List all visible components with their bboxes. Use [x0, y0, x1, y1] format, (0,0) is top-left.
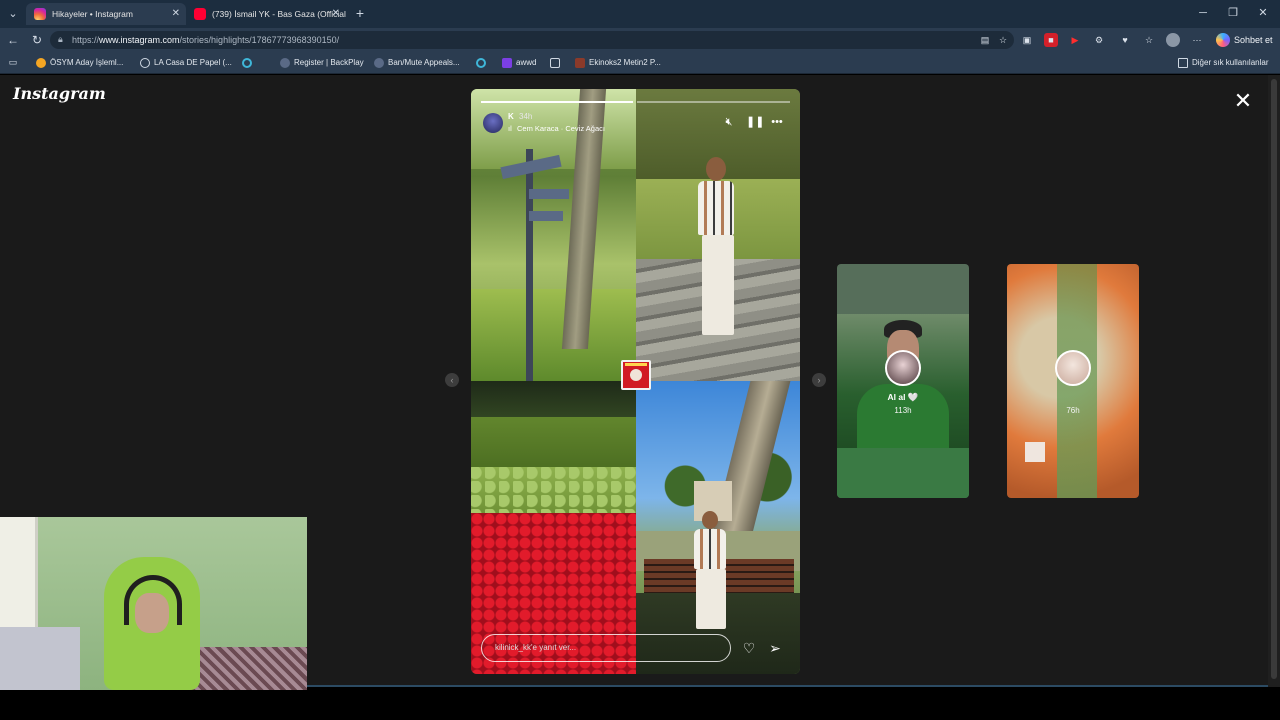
- profile-avatar[interactable]: [1166, 33, 1180, 47]
- more-options-icon[interactable]: •••: [770, 115, 784, 129]
- bookmark-icon-only-3[interactable]: [550, 55, 564, 71]
- tab-bar: ⌄ Hikayeler • Instagram ✕ (739) İsmail Y…: [0, 0, 1280, 28]
- story-username[interactable]: K: [508, 112, 514, 121]
- music-album-sticker[interactable]: [621, 360, 651, 390]
- bookmark-osym[interactable]: ÖSYM Aday İşleml...: [36, 55, 123, 71]
- next-story-button[interactable]: ›: [812, 373, 826, 387]
- preview-time: 113h: [894, 406, 912, 415]
- tab-instagram[interactable]: Hikayeler • Instagram ✕: [26, 3, 186, 25]
- webcam-overlay: [0, 517, 307, 690]
- instagram-favicon-icon: [34, 8, 46, 20]
- previous-story-button[interactable]: ‹: [445, 373, 459, 387]
- pause-icon[interactable]: ❚❚: [746, 115, 764, 129]
- bookmark-favicon-icon: [575, 58, 585, 68]
- favorites-icon[interactable]: ☆: [1142, 33, 1156, 47]
- story-preview[interactable]: Al al 🤍 113h: [837, 264, 969, 498]
- bookmark-favicon-icon: [502, 58, 512, 68]
- bookmark-favicon-icon: [36, 58, 46, 68]
- bookmark-favicon-icon: [476, 58, 486, 68]
- progress-segment: [481, 101, 633, 103]
- send-icon[interactable]: ➢: [767, 640, 783, 656]
- bookmark-backplay[interactable]: Register | BackPlay: [280, 55, 364, 71]
- extension-red-icon[interactable]: ■: [1044, 33, 1058, 47]
- copilot-icon: [1216, 33, 1230, 47]
- close-icon[interactable]: ✕: [1232, 90, 1254, 112]
- bookmark-favicon-icon: [280, 58, 290, 68]
- preview-time: 76h: [1066, 406, 1080, 415]
- back-button[interactable]: ←: [4, 31, 22, 49]
- bookmark-icon-only-1[interactable]: [242, 55, 256, 71]
- tab-youtube[interactable]: (739) İsmail YK - Bas Gaza (Official ✕: [186, 3, 346, 25]
- bookmark-favicon-icon: [242, 58, 252, 68]
- bookmark-ban-mute[interactable]: Ban/Mute Appeals...: [374, 55, 460, 71]
- favorite-star-icon[interactable]: ☆: [996, 33, 1010, 47]
- window-close-button[interactable]: ✕: [1248, 4, 1278, 22]
- minimize-button[interactable]: ─: [1188, 4, 1218, 22]
- address-bar[interactable]: 🔒︎ https://www.instagram.com/stories/hig…: [50, 31, 1014, 49]
- bookmark-favicon-icon: [550, 58, 560, 68]
- copilot-chat-button[interactable]: Sohbet et: [1214, 31, 1276, 49]
- story-preview[interactable]: 76h: [1007, 264, 1139, 498]
- youtube-favicon-icon: [194, 8, 206, 20]
- story-song[interactable]: ıl Cem Karaca · Ceviz Ağacı: [508, 124, 605, 133]
- extension-youtube-icon[interactable]: ▶: [1068, 33, 1082, 47]
- tab-actions-icon[interactable]: ⌄: [4, 5, 22, 23]
- story-time: 34h: [519, 112, 533, 121]
- preview-name: Al al 🤍: [887, 392, 919, 402]
- bookmark-favicon-icon: [374, 58, 384, 68]
- bookmark-icon-only-2[interactable]: [476, 55, 490, 71]
- refresh-button[interactable]: ↻: [28, 31, 46, 49]
- bookmark-awwd[interactable]: awwd: [502, 55, 536, 71]
- scrollbar-thumb[interactable]: [1271, 79, 1277, 679]
- mute-icon[interactable]: 🔇︎: [722, 115, 736, 129]
- navigation-bar: ← ↻ 🔒︎ https://www.instagram.com/stories…: [0, 28, 1280, 52]
- screen-bottom-strip: [0, 687, 1280, 720]
- avatar[interactable]: [483, 113, 503, 133]
- browser-window: ⌄ Hikayeler • Instagram ✕ (739) İsmail Y…: [0, 0, 1280, 720]
- avatar: [1055, 350, 1091, 386]
- tab-title: (739) İsmail YK - Bas Gaza (Official: [212, 9, 346, 19]
- tab-close-icon[interactable]: ✕: [172, 3, 180, 25]
- story-progress: [481, 101, 790, 103]
- page-scrollbar[interactable]: [1268, 75, 1280, 687]
- chat-button-label: Sohbet et: [1234, 35, 1273, 45]
- extension-screen-icon[interactable]: ▣: [1020, 33, 1034, 47]
- tab-title: Hikayeler • Instagram: [52, 9, 133, 19]
- story-card[interactable]: K 34h ıl Cem Karaca · Ceviz Ağacı 🔇︎ ❚❚ •…: [471, 89, 800, 674]
- audio-wave-icon: ıl: [508, 124, 512, 133]
- bookmark-ekinoks[interactable]: Ekinoks2 Metin2 P...: [575, 55, 661, 71]
- avatar: [885, 350, 921, 386]
- restore-button[interactable]: ❐: [1218, 4, 1248, 22]
- more-menu-icon[interactable]: ⋯: [1190, 33, 1204, 47]
- globe-icon: [140, 58, 150, 68]
- browser-essentials-icon[interactable]: ♥: [1118, 33, 1132, 47]
- reader-view-icon[interactable]: ▤: [978, 33, 992, 47]
- story-header: K 34h ıl Cem Karaca · Ceviz Ağacı 🔇︎ ❚❚ •…: [481, 109, 790, 137]
- progress-segment: [637, 101, 790, 103]
- story-photo-bench: [636, 381, 800, 674]
- tab-close-icon[interactable]: ✕: [332, 3, 340, 25]
- headset-icon: [124, 575, 182, 625]
- site-info-icon[interactable]: 🔒︎: [58, 34, 68, 46]
- extensions-icon[interactable]: ⚙: [1092, 33, 1106, 47]
- url-text[interactable]: https://www.instagram.com/stories/highli…: [72, 31, 339, 49]
- instagram-logo[interactable]: Instagram: [13, 84, 106, 103]
- folder-icon: [1178, 58, 1188, 68]
- story-photo-flowers: [471, 381, 636, 674]
- like-heart-icon[interactable]: ♡: [741, 640, 757, 656]
- other-bookmarks[interactable]: Diğer sık kullanılanlar: [1178, 55, 1268, 71]
- sidebar-toggle-icon[interactable]: ▭: [6, 55, 20, 69]
- sticker-icon: [1025, 442, 1045, 462]
- new-tab-button[interactable]: +: [352, 4, 368, 22]
- bookmark-la-casa[interactable]: LA Casa DE Papel (...: [140, 55, 232, 71]
- bookmarks-bar: ▭ ÖSYM Aday İşleml... LA Casa DE Papel (…: [0, 52, 1280, 74]
- reply-input[interactable]: kilinick_kk'e yanıt ver...: [481, 634, 731, 662]
